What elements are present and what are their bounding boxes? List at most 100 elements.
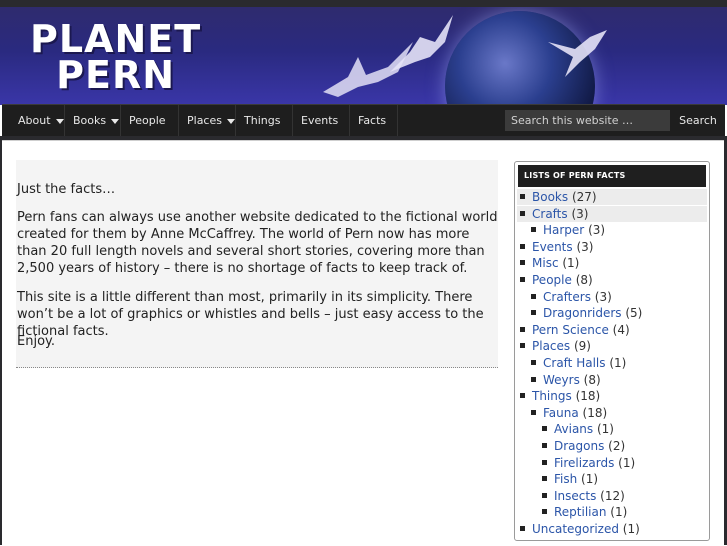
- nav-item-things[interactable]: Things: [236, 105, 293, 156]
- category-link[interactable]: Things: [532, 389, 572, 403]
- category-link[interactable]: Dragons: [554, 439, 604, 453]
- category-link[interactable]: Dragonriders: [543, 306, 622, 320]
- category-item: Pern Science (4): [520, 323, 630, 338]
- category-item: Events (3): [520, 240, 593, 255]
- category-item: Books (27): [520, 190, 597, 205]
- bullet-icon: [520, 326, 525, 332]
- category-item: Craft Halls (1): [531, 356, 626, 371]
- category-link[interactable]: People: [532, 273, 572, 287]
- bullet-icon: [520, 393, 525, 399]
- category-count: (3): [567, 206, 589, 221]
- bullet-icon: [520, 260, 525, 266]
- category-link[interactable]: Crafts: [532, 207, 568, 221]
- category-item: Things (18): [520, 389, 600, 404]
- category-item: Crafters (3): [531, 290, 612, 305]
- bullet-icon: [542, 492, 547, 498]
- category-count: (4): [608, 322, 630, 337]
- category-item: Firelizards (1): [542, 456, 635, 471]
- category-link[interactable]: Weyrs: [543, 373, 580, 387]
- nav-label: People: [129, 114, 166, 127]
- category-item: Fish (1): [542, 472, 598, 487]
- category-count: (2): [604, 439, 626, 453]
- bullet-icon: [542, 426, 547, 432]
- category-count: (18): [571, 389, 601, 404]
- nav-item-people[interactable]: People: [121, 105, 179, 156]
- nav-item-facts[interactable]: Facts: [350, 105, 398, 156]
- nav-label: Facts: [358, 114, 387, 127]
- category-link[interactable]: Reptilian: [554, 505, 606, 519]
- bullet-icon: [531, 293, 536, 299]
- category-item: People (8): [520, 273, 593, 288]
- category-link[interactable]: Events: [532, 240, 573, 254]
- category-item: Places (9): [520, 339, 591, 354]
- category-link[interactable]: Places: [532, 339, 570, 353]
- widget-title: LISTS OF PERN FACTS: [518, 165, 706, 187]
- bullet-icon: [542, 509, 547, 515]
- category-count: (9): [570, 339, 591, 354]
- bullet-icon: [542, 476, 547, 482]
- category-link[interactable]: Books: [532, 190, 568, 204]
- category-count: (1): [577, 472, 599, 487]
- site-header: PLANET PERN: [0, 7, 727, 105]
- category-count: (27): [568, 190, 597, 204]
- nav-item-places[interactable]: Places: [179, 105, 236, 137]
- category-count: (1): [558, 256, 580, 271]
- search-button[interactable]: Search: [676, 110, 720, 131]
- category-item: Fauna (18): [531, 406, 607, 421]
- bullet-icon: [531, 227, 536, 233]
- category-count: (18): [578, 405, 608, 420]
- category-item: Reptilian (1): [542, 505, 627, 520]
- category-count: (1): [618, 522, 640, 536]
- nav-item-about[interactable]: About: [10, 105, 65, 137]
- nav-item-books[interactable]: Books: [65, 105, 121, 137]
- caret-down-icon: [55, 118, 64, 124]
- nav-label: Things: [244, 114, 281, 127]
- category-link[interactable]: Misc: [532, 256, 559, 270]
- category-link[interactable]: Craft Halls: [543, 356, 606, 370]
- category-link[interactable]: Insects: [554, 489, 596, 503]
- bullet-icon: [531, 310, 536, 316]
- category-item: Dragonriders (5): [531, 306, 642, 321]
- category-count: (1): [605, 356, 627, 370]
- logo-line-1: PLANET: [30, 17, 202, 61]
- bullet-icon: [520, 343, 525, 349]
- caret-down-icon: [226, 118, 235, 124]
- category-count: (8): [579, 372, 601, 387]
- category-count: (3): [590, 289, 612, 304]
- intro-post: Just the facts… Pern fans can always use…: [16, 160, 498, 368]
- category-link[interactable]: Pern Science: [532, 323, 609, 337]
- category-count: (8): [571, 273, 593, 287]
- bullet-icon: [542, 459, 547, 465]
- category-link[interactable]: Harper: [543, 223, 584, 237]
- category-count: (1): [614, 455, 636, 470]
- bullet-icon: [520, 243, 525, 249]
- site-logo[interactable]: PLANET PERN: [30, 17, 202, 94]
- category-link[interactable]: Fauna: [543, 406, 579, 420]
- bullet-icon: [520, 194, 525, 199]
- category-link[interactable]: Fish: [554, 472, 577, 486]
- category-item: Weyrs (8): [531, 373, 601, 388]
- category-count: (5): [621, 306, 643, 321]
- search-input[interactable]: [505, 110, 670, 131]
- category-count: (3): [584, 223, 606, 238]
- category-item: Avians (1): [542, 422, 614, 437]
- category-item: Misc (1): [520, 256, 579, 271]
- bullet-icon: [542, 443, 547, 448]
- category-item: Uncategorized (1): [520, 522, 640, 537]
- bullet-icon: [520, 210, 525, 216]
- bullet-icon: [520, 277, 525, 282]
- caret-down-icon: [111, 118, 120, 124]
- category-link[interactable]: Uncategorized: [532, 522, 619, 536]
- bullet-icon: [531, 376, 536, 382]
- post-paragraph: Enjoy.: [17, 334, 55, 349]
- category-item: Harper (3): [531, 223, 605, 238]
- nav-item-events[interactable]: Events: [293, 105, 350, 156]
- category-link[interactable]: Firelizards: [554, 456, 614, 470]
- category-link[interactable]: Avians: [554, 422, 593, 436]
- post-paragraph: Just the facts…: [17, 182, 116, 197]
- top-strip: [0, 0, 727, 7]
- bullet-icon: [531, 409, 536, 415]
- category-link[interactable]: Crafters: [543, 290, 591, 304]
- category-item: Insects (12): [542, 489, 625, 504]
- nav-label: Places: [187, 114, 222, 127]
